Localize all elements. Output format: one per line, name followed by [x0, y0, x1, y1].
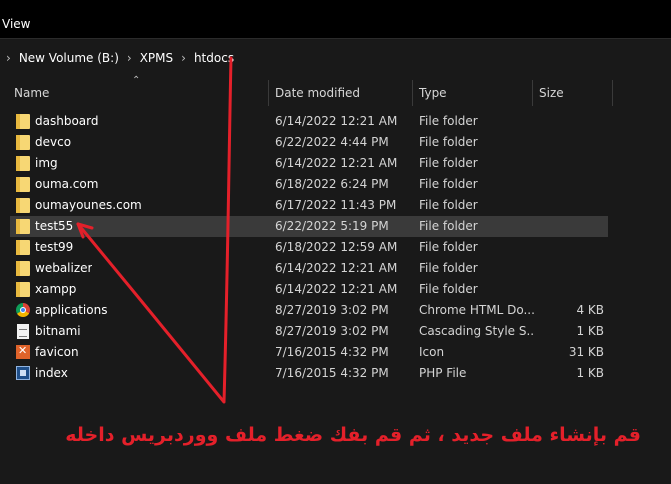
document-icon — [17, 324, 29, 339]
column-divider[interactable] — [612, 80, 613, 106]
file-type: File folder — [419, 219, 478, 233]
folder-icon — [16, 177, 30, 192]
file-row[interactable]: test99 6/18/2022 12:59 AM File folder — [10, 237, 608, 258]
folder-icon — [16, 198, 30, 213]
file-type: Cascading Style S... — [419, 324, 535, 338]
file-name: devco — [35, 135, 72, 149]
file-name: xampp — [35, 282, 77, 296]
column-size[interactable]: Size — [539, 80, 564, 106]
file-name: test99 — [35, 240, 74, 254]
file-type: File folder — [419, 240, 478, 254]
file-row[interactable]: applications 8/27/2019 3:02 PM Chrome HTML… — [10, 300, 608, 321]
file-type: File folder — [419, 114, 478, 128]
folder-icon — [16, 282, 30, 297]
annotation-caption: قم بإنشاء ملف جديد ، ثم قم بفك ضغط ملف و… — [65, 424, 641, 446]
file-row[interactable]: devco 6/22/2022 4:44 PM File folder — [10, 132, 608, 153]
file-name: dashboard — [35, 114, 99, 128]
file-name: ouma.com — [35, 177, 99, 191]
file-type: File folder — [419, 156, 478, 170]
file-type: File folder — [419, 261, 478, 275]
file-row[interactable]: oumayounes.com 6/17/2022 11:43 PM File fol… — [10, 195, 608, 216]
file-type: File folder — [419, 177, 478, 191]
file-date-modified: 6/17/2022 11:43 PM — [275, 198, 397, 212]
file-date-modified: 6/18/2022 12:59 AM — [275, 240, 398, 254]
php-file-icon — [16, 366, 30, 380]
file-date-modified: 8/27/2019 3:02 PM — [275, 303, 389, 317]
sort-ascending-icon: ⌃ — [132, 75, 141, 86]
file-row[interactable]: bitnami 8/27/2019 3:02 PM Cascading Style … — [10, 321, 608, 342]
file-size: 1 KB — [576, 324, 604, 338]
folder-icon — [16, 219, 30, 234]
file-date-modified: 6/14/2022 12:21 AM — [275, 156, 398, 170]
file-row[interactable]: ouma.com 6/18/2022 6:24 PM File folder — [10, 174, 608, 195]
file-name: applications — [35, 303, 108, 317]
file-size: 31 KB — [568, 345, 604, 359]
address-bar[interactable]: › New Volume (B:) › XPMS › htdocs — [0, 38, 671, 79]
file-row[interactable]: xampp 6/14/2022 12:21 AM File folder — [10, 279, 608, 300]
file-row[interactable]: index 7/16/2015 4:32 PM PHP File 1 KB — [10, 363, 608, 384]
breadcrumb-item-drive[interactable]: New Volume (B:) — [19, 51, 119, 65]
folder-icon — [16, 240, 30, 255]
file-date-modified: 6/14/2022 12:21 AM — [275, 114, 398, 128]
file-date-modified: 7/16/2015 4:32 PM — [275, 345, 389, 359]
chevron-right-icon[interactable]: › — [181, 51, 186, 65]
column-divider[interactable] — [532, 80, 533, 106]
file-name: favicon — [35, 345, 79, 359]
chevron-right-icon[interactable]: › — [127, 51, 132, 65]
column-header: ⌃ Name Date modified Type Size — [0, 75, 671, 106]
file-type: File folder — [419, 135, 478, 149]
file-name: img — [35, 156, 58, 170]
breadcrumb: › New Volume (B:) › XPMS › htdocs — [6, 51, 242, 65]
file-row[interactable]: test55 6/22/2022 5:19 PM File folder — [10, 216, 608, 237]
menu-bar: View — [0, 0, 671, 38]
file-type: PHP File — [419, 366, 467, 380]
file-name: oumayounes.com — [35, 198, 142, 212]
file-size: 1 KB — [576, 366, 604, 380]
column-divider[interactable] — [412, 80, 413, 106]
favicon-icon — [16, 344, 30, 359]
file-date-modified: 6/14/2022 12:21 AM — [275, 282, 398, 296]
file-date-modified: 8/27/2019 3:02 PM — [275, 324, 389, 338]
file-date-modified: 6/18/2022 6:24 PM — [275, 177, 389, 191]
file-name: test55 — [35, 219, 74, 233]
file-name: index — [35, 366, 68, 380]
breadcrumb-item-xpms[interactable]: XPMS — [140, 51, 173, 65]
file-size: 4 KB — [576, 303, 604, 317]
breadcrumb-item-htdocs[interactable]: htdocs — [194, 51, 234, 65]
file-type: Icon — [419, 345, 445, 359]
column-date-modified[interactable]: Date modified — [275, 80, 360, 106]
file-row[interactable]: dashboard 6/14/2022 12:21 AM File folder — [10, 111, 608, 132]
file-date-modified: 6/22/2022 5:19 PM — [275, 219, 389, 233]
folder-icon — [16, 135, 30, 150]
file-type: Chrome HTML Do... — [419, 303, 535, 317]
chrome-icon — [16, 303, 30, 317]
file-date-modified: 7/16/2015 4:32 PM — [275, 366, 389, 380]
file-row[interactable]: webalizer 6/14/2022 12:21 AM File folder — [10, 258, 608, 279]
menu-view[interactable]: View — [2, 17, 30, 31]
file-row[interactable]: img 6/14/2022 12:21 AM File folder — [10, 153, 608, 174]
column-name[interactable]: Name — [14, 80, 49, 106]
file-date-modified: 6/14/2022 12:21 AM — [275, 261, 398, 275]
folder-icon — [16, 114, 30, 129]
file-name: webalizer — [35, 261, 93, 275]
chevron-right-icon[interactable]: › — [6, 51, 11, 65]
folder-icon — [16, 261, 30, 276]
file-name: bitnami — [35, 324, 81, 338]
file-date-modified: 6/22/2022 4:44 PM — [275, 135, 389, 149]
folder-icon — [16, 156, 30, 171]
column-type[interactable]: Type — [419, 80, 447, 106]
column-divider[interactable] — [268, 80, 269, 106]
file-type: File folder — [419, 282, 478, 296]
file-row[interactable]: favicon 7/16/2015 4:32 PM Icon 31 KB — [10, 342, 608, 363]
file-type: File folder — [419, 198, 478, 212]
